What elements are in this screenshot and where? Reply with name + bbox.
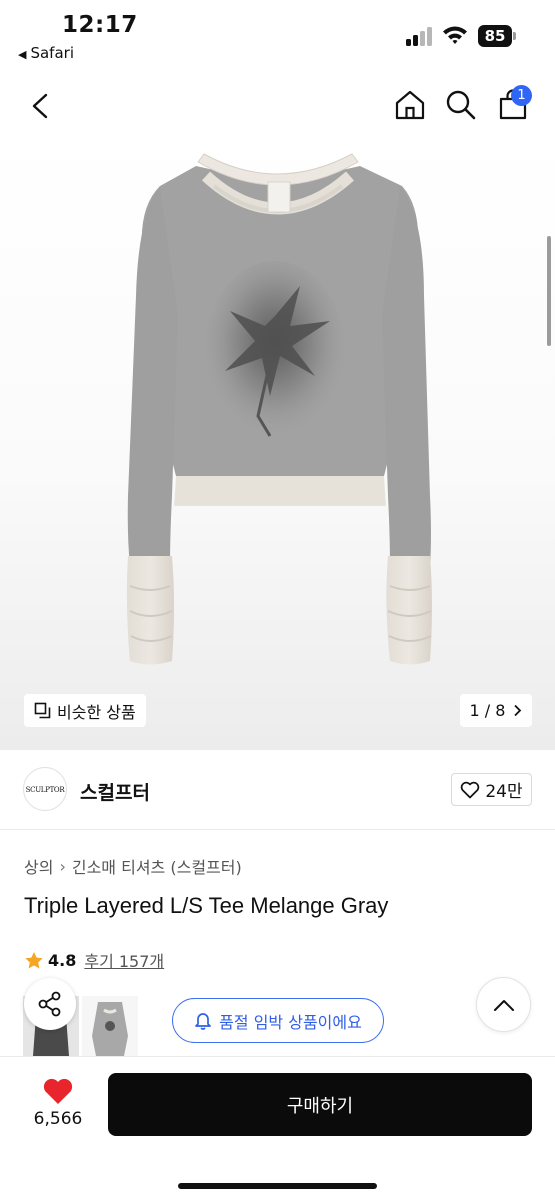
brand-name[interactable]: 스컬프터	[80, 778, 150, 805]
cart-count-badge: 1	[511, 85, 532, 106]
similar-products-label: 비슷한 상품	[57, 702, 136, 722]
battery-icon: 85	[478, 25, 518, 47]
status-time: 12:17	[62, 12, 138, 38]
back-app-label: Safari	[30, 44, 74, 62]
scroll-indicator	[547, 236, 551, 346]
chevron-right-icon	[514, 704, 522, 717]
star-icon	[25, 951, 43, 968]
scroll-to-top-button[interactable]	[476, 977, 531, 1032]
bell-icon	[195, 1013, 212, 1030]
search-icon[interactable]	[444, 88, 478, 122]
purchase-bar: 6,566 구매하기	[0, 1056, 555, 1200]
status-bar: 12:17 ◀ Safari 85	[0, 0, 555, 70]
image-page-indicator[interactable]: 1 / 8	[460, 694, 532, 727]
breadcrumb-category[interactable]: 상의	[24, 854, 53, 878]
battery-level: 85	[478, 25, 512, 47]
home-indicator	[178, 1183, 377, 1189]
chevron-left-icon[interactable]	[26, 90, 56, 122]
home-icon[interactable]	[393, 88, 427, 122]
low-stock-alert[interactable]: 품절 임박 상품이에요	[172, 998, 384, 1043]
breadcrumb: 상의 › 긴소매 티셔츠 (스컬프터)	[24, 854, 242, 878]
top-navigation	[0, 76, 555, 136]
variant-thumbnail[interactable]	[82, 996, 138, 1056]
heart-filled-icon[interactable]	[42, 1077, 74, 1105]
wishlist-count: 6,566	[33, 1109, 83, 1129]
review-count-link[interactable]: 후기 157개	[84, 948, 164, 972]
brand-row: SCULPTOR 스컬프터 24만	[0, 750, 555, 830]
brand-logo[interactable]: SCULPTOR	[23, 767, 67, 811]
brand-like-count: 24만	[485, 782, 523, 802]
heart-outline-icon	[461, 781, 480, 798]
product-image-carousel[interactable]	[0, 136, 555, 750]
buy-button[interactable]: 구매하기	[108, 1073, 532, 1136]
share-button[interactable]	[24, 978, 76, 1030]
breadcrumb-subcategory[interactable]: 긴소매 티셔츠 (스컬프터)	[72, 854, 242, 878]
image-page-label: 1 / 8	[469, 701, 506, 720]
similar-items-icon	[34, 702, 51, 719]
low-stock-label: 품절 임박 상품이에요	[219, 1012, 362, 1032]
wifi-icon	[443, 26, 467, 44]
brand-like-button[interactable]: 24만	[451, 773, 532, 806]
cellular-signal-icon	[406, 26, 434, 46]
chevron-up-icon	[493, 999, 514, 1011]
similar-products-button[interactable]: 비슷한 상품	[24, 694, 146, 727]
product-title: Triple Layered L/S Tee Melange Gray	[24, 893, 389, 918]
product-image	[126, 153, 432, 665]
rating-row: 4.8 후기 157개	[24, 948, 164, 972]
breadcrumb-chevron-icon: ›	[59, 856, 66, 876]
share-icon	[38, 991, 61, 1017]
back-triangle-icon: ◀	[18, 48, 27, 61]
back-to-app-link[interactable]: ◀ Safari	[18, 44, 74, 62]
rating-value: 4.8	[48, 950, 77, 970]
